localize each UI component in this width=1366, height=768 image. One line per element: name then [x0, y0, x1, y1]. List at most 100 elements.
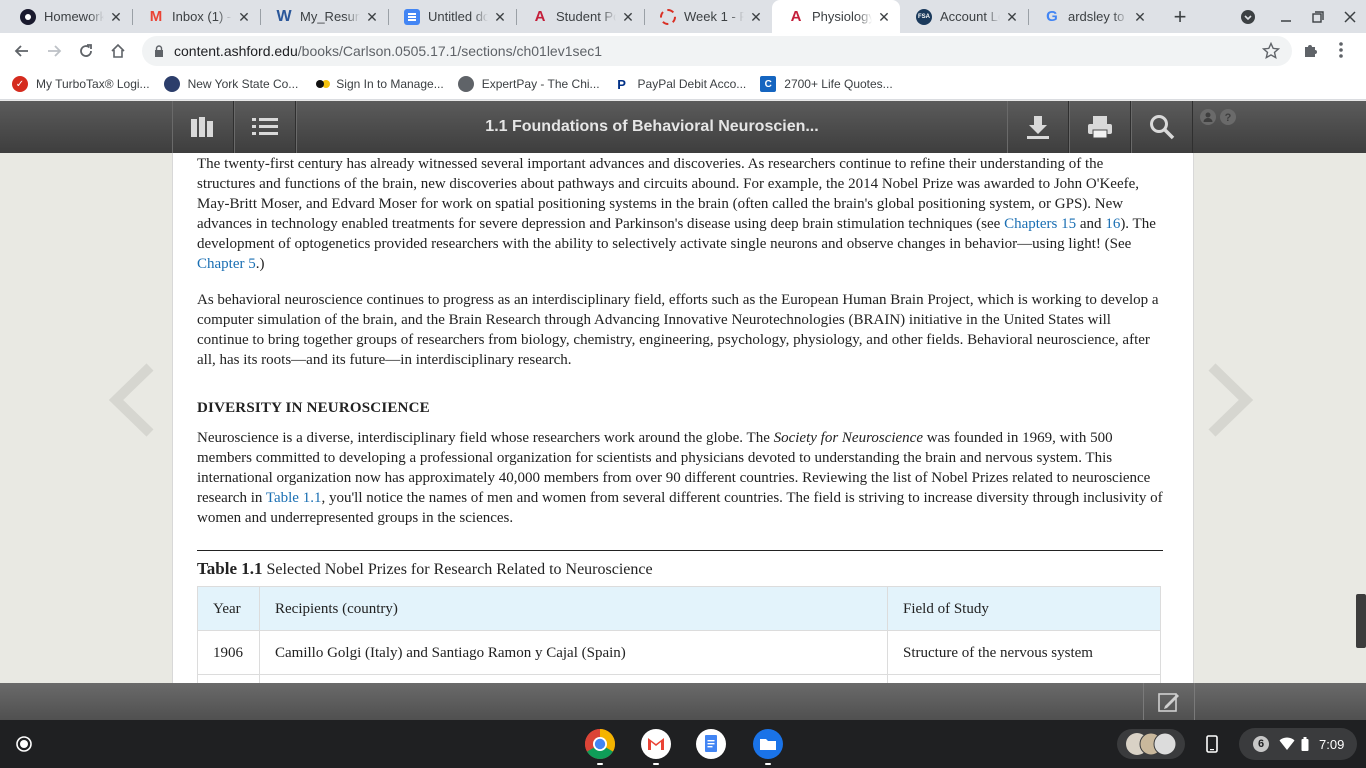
bookmarks-bar: ✓ My TurboTax® Logi... New York State Co..…: [0, 69, 1366, 100]
tab-close-icon[interactable]: ✕: [748, 9, 764, 25]
tab-list: Homework✕MInbox (1) - t✕WMy_Resume✕Untit…: [0, 0, 1156, 33]
launcher-icon: [16, 736, 32, 752]
new-tab-button[interactable]: +: [1164, 0, 1196, 33]
section-heading: DIVERSITY IN NEUROSCIENCE: [197, 400, 430, 416]
gmail-icon[interactable]: [640, 728, 672, 765]
browser-menu-button[interactable]: [1338, 41, 1344, 64]
help-icon[interactable]: ?: [1220, 109, 1236, 125]
browser-tab[interactable]: Week 1 - Re ✕: [644, 0, 772, 33]
browser-tab[interactable]: W My_Resume ✕: [260, 0, 388, 33]
column-header-recipients: Recipients (country): [259, 586, 888, 631]
tab-close-icon[interactable]: ✕: [1132, 9, 1148, 25]
table-caption: Table 1.1 Selected Nobel Prizes for Rese…: [197, 559, 1163, 580]
nobel-table-block: Table 1.1 Selected Nobel Prizes for Rese…: [197, 550, 1163, 683]
lock-icon: [155, 45, 163, 57]
user-icon[interactable]: [1200, 109, 1216, 125]
table-cell-recipients: Camillo Golgi (Italy) and Santiago Ramon…: [259, 630, 888, 675]
browser-tab[interactable]: A Student Por ✕: [516, 0, 644, 33]
chrome-icon[interactable]: [584, 728, 616, 765]
restore-button[interactable]: [1302, 0, 1334, 33]
home-button[interactable]: [102, 35, 134, 67]
table-1-1-link[interactable]: Table 1.1: [266, 490, 322, 506]
back-button[interactable]: [6, 35, 38, 67]
status-area[interactable]: 6 7:09: [1239, 728, 1357, 760]
paragraph-interdisciplinary: As behavioral neuroscience continues to …: [197, 292, 1159, 368]
library-button[interactable]: [172, 101, 234, 153]
scrollbar-thumb[interactable]: [1356, 594, 1366, 648]
holding-space-button[interactable]: [1117, 729, 1185, 759]
print-button[interactable]: [1069, 101, 1131, 153]
search-button[interactable]: [1131, 101, 1193, 153]
launcher-button[interactable]: [10, 730, 38, 758]
bookmark-item[interactable]: New York State Co...: [163, 76, 298, 92]
table-cell: [197, 674, 260, 683]
minimize-button[interactable]: [1270, 0, 1302, 33]
tab-title: ardsley to a: [1068, 9, 1128, 24]
tab-close-icon[interactable]: ✕: [236, 9, 252, 25]
previous-page-arrow-icon[interactable]: [106, 363, 156, 437]
chapter-16-link[interactable]: 16: [1105, 216, 1120, 232]
table-cell-year: 1906: [197, 630, 260, 675]
bookmark-label: ExpertPay - The Chi...: [481, 77, 600, 91]
nobel-prizes-table: Year Recipients (country) Field of Study…: [197, 586, 1161, 683]
notes-button[interactable]: [1143, 683, 1195, 720]
reload-button[interactable]: [70, 35, 102, 67]
url-host: content.ashford.edu: [174, 43, 298, 59]
table-row: [197, 674, 1161, 683]
browser-tab[interactable]: Untitled doc ✕: [388, 0, 516, 33]
browser-tab[interactable]: Gardsley to a ✕: [1028, 0, 1156, 33]
browser-tab[interactable]: M Inbox (1) - t ✕: [132, 0, 260, 33]
minimize-icon: [1281, 19, 1291, 22]
tab-close-icon[interactable]: ✕: [620, 9, 636, 25]
clock-time: 7:09: [1319, 736, 1345, 752]
book-page: The twenty-first century has already wit…: [172, 153, 1194, 683]
word-icon: W: [276, 7, 292, 25]
tab-close-icon[interactable]: ✕: [876, 9, 892, 25]
url-path: /books/Carlson.0505.17.1/sections/ch01le…: [297, 43, 603, 59]
turbotax-icon: ✓: [12, 76, 28, 92]
browser-tab[interactable]: A Physiology ✕: [772, 0, 900, 33]
bookmark-star-icon[interactable]: [1262, 42, 1280, 60]
bookmark-item[interactable]: ✓ My TurboTax® Logi...: [12, 76, 150, 92]
browser-tab[interactable]: FSA Account Lo ✕: [900, 0, 1028, 33]
tab-title: Untitled doc: [428, 9, 488, 24]
article-content: The twenty-first century has already wit…: [197, 153, 1163, 683]
bookmark-item[interactable]: P PayPal Debit Acco...: [614, 76, 746, 92]
address-bar[interactable]: content.ashford.edu/books/Carlson.0505.1…: [142, 36, 1292, 66]
tab-close-icon[interactable]: ✕: [364, 9, 380, 25]
next-page-arrow-icon[interactable]: [1206, 363, 1256, 437]
search-icon: [1150, 115, 1175, 140]
emphasis-text: Society for Neuroscience: [773, 430, 924, 446]
tab-close-icon[interactable]: ✕: [108, 9, 124, 25]
paragraph-text: and: [1076, 216, 1106, 232]
forward-button[interactable]: [38, 35, 70, 67]
tab-close-icon[interactable]: ✕: [1004, 9, 1020, 25]
phone-hub-button[interactable]: [1200, 732, 1224, 756]
tab-close-icon[interactable]: ✕: [492, 9, 508, 25]
paypal-icon: P: [617, 76, 626, 92]
books-icon: [191, 117, 213, 137]
files-icon[interactable]: [752, 728, 784, 765]
chevron-down-circle-icon: [1241, 9, 1255, 24]
chapters-15-link[interactable]: Chapters 15: [1004, 216, 1076, 232]
download-icon: [1027, 116, 1049, 139]
close-window-button[interactable]: [1334, 0, 1366, 33]
table-row: 1906 Camillo Golgi (Italy) and Santiago …: [197, 630, 1161, 675]
browser-tab[interactable]: Homework ✕: [4, 0, 132, 33]
printer-icon: [1088, 116, 1112, 139]
download-button[interactable]: [1007, 101, 1069, 153]
bookmark-item[interactable]: Sign In to Manage...: [312, 76, 444, 92]
google-docs-icon: [404, 8, 420, 25]
tab-search-button[interactable]: [1232, 0, 1264, 33]
bookmark-label: My TurboTax® Logi...: [36, 77, 150, 91]
svg-text:?: ?: [1225, 112, 1232, 124]
paragraph-text: , you'll notice the names of men and wom…: [197, 490, 1163, 526]
puzzle-icon: [1305, 45, 1317, 57]
bookmark-item[interactable]: ExpertPay - The Chi...: [457, 76, 600, 92]
chapter-5-link[interactable]: Chapter 5: [197, 256, 256, 272]
battery-icon: [1301, 737, 1309, 751]
google-docs-icon[interactable]: [695, 728, 727, 760]
table-of-contents-button[interactable]: [234, 101, 296, 153]
bookmark-item[interactable]: C 2700+ Life Quotes...: [760, 76, 893, 92]
extensions-button[interactable]: [1302, 41, 1320, 64]
